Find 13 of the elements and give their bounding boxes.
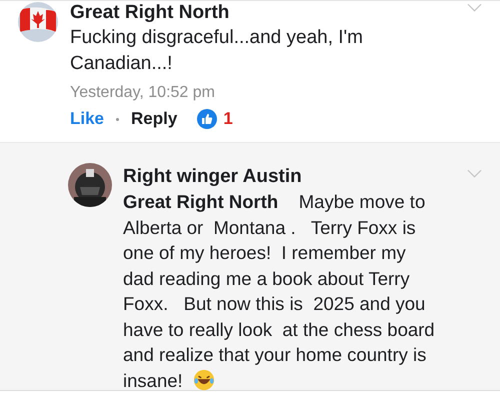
laughing-face-icon bbox=[192, 368, 215, 390]
chevron-down-icon[interactable] bbox=[467, 169, 482, 178]
author-name[interactable]: Right winger Austin bbox=[123, 165, 435, 189]
reaction-count: 1 bbox=[223, 109, 233, 129]
thumbs-up-icon bbox=[197, 109, 218, 129]
author-name[interactable]: Great Right North bbox=[70, 1, 440, 25]
reply-link[interactable]: Reply bbox=[131, 109, 178, 129]
separator-dot bbox=[116, 118, 120, 120]
timestamp: Yesterday, 10:52 pm bbox=[70, 83, 216, 103]
reply-text: Great Right North Maybe move to Alberta or Montana . Terry Foxx is one of my heroes! I remember my dad reading me a book about Terry Foxx. But now this is 2025 and you have to really look at the chess board and realize that your home country is insane! bbox=[123, 190, 435, 392]
chevron-down-icon[interactable] bbox=[467, 3, 482, 12]
comment-text: Fucking disgraceful...and yeah, I'm Canadian...! bbox=[70, 26, 364, 76]
like-link[interactable]: Like bbox=[70, 109, 104, 129]
